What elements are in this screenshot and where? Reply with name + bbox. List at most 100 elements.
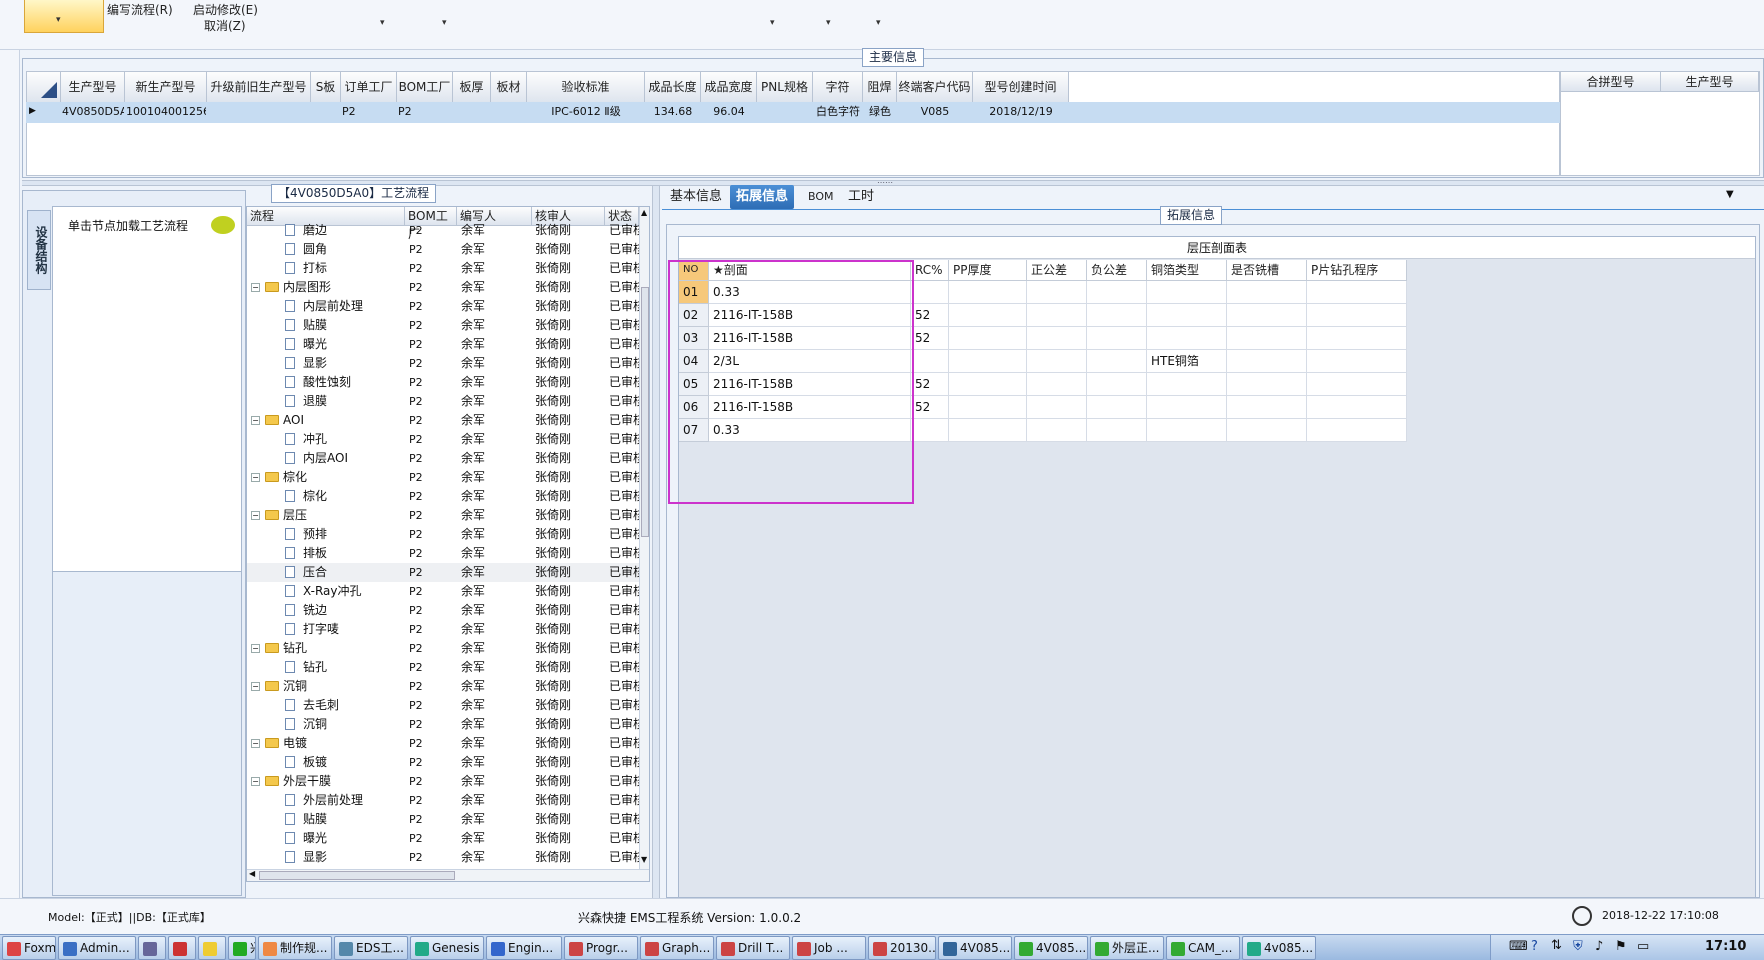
taskbar-item[interactable]: [198, 936, 226, 960]
monitor-icon[interactable]: ▭: [1637, 939, 1649, 954]
taskbar-item[interactable]: 制作规...: [258, 936, 332, 960]
lamination-cell[interactable]: 52: [911, 304, 949, 327]
lamination-cell[interactable]: 2/3L: [709, 350, 911, 373]
lamination-cell[interactable]: [1227, 419, 1307, 442]
tree-row[interactable]: − 沉铜 P2 余军 张倚刚 已审核: [247, 677, 639, 696]
main-info-header-5[interactable]: BOM工厂: [397, 72, 453, 104]
tree-row[interactable]: − 钻孔 P2 余军 张倚刚 已审核: [247, 639, 639, 658]
lamination-cell[interactable]: [949, 350, 1027, 373]
lamination-cell[interactable]: [1147, 281, 1227, 304]
tree-row[interactable]: − 内层图形 P2 余军 张倚刚 已审核: [247, 278, 639, 297]
tree-row[interactable]: 外层前处理 P2 余军 张倚刚 已审核: [247, 791, 639, 810]
lamination-cell[interactable]: 0.33: [709, 281, 911, 304]
app-menu-button[interactable]: ▾: [24, 0, 104, 33]
lamination-cell[interactable]: [1027, 419, 1087, 442]
tree-row[interactable]: − 层压 P2 余军 张倚刚 已审核: [247, 506, 639, 525]
main-info-header-7[interactable]: 板材: [491, 72, 527, 104]
tree-row[interactable]: 贴膜 P2 余军 张倚刚 已审核: [247, 810, 639, 829]
lamination-cell[interactable]: 52: [911, 373, 949, 396]
lamination-cell[interactable]: [1027, 327, 1087, 350]
tree-toggle-icon[interactable]: −: [251, 739, 260, 748]
merge-production-model-header[interactable]: 生产型号: [1661, 72, 1759, 92]
tree-row[interactable]: 沉铜 P2 余军 张倚刚 已审核: [247, 715, 639, 734]
lamination-cell[interactable]: [1087, 350, 1147, 373]
tree-row[interactable]: 打标 P2 余军 张倚刚 已审核: [247, 259, 639, 278]
tree-row[interactable]: 内层前处理 P2 余军 张倚刚 已审核: [247, 297, 639, 316]
tree-row[interactable]: 钻孔 P2 余军 张倚刚 已审核: [247, 658, 639, 677]
main-info-header-12[interactable]: 字符: [813, 72, 863, 104]
lamination-header-0[interactable]: NO: [679, 260, 709, 281]
taskbar-item[interactable]: 4v085...: [1242, 936, 1316, 960]
help-icon[interactable]: ?: [1531, 939, 1538, 954]
main-info-header-10[interactable]: 成品宽度: [701, 72, 757, 104]
lamination-cell[interactable]: [1087, 281, 1147, 304]
tree-row[interactable]: 贴膜 P2 余军 张倚刚 已审核: [247, 316, 639, 335]
taskbar-item[interactable]: Engin...: [486, 936, 562, 960]
main-info-header-13[interactable]: 阻焊: [863, 72, 897, 104]
lamination-cell[interactable]: 0.33: [709, 419, 911, 442]
cancel-button[interactable]: 取消(Z): [204, 17, 246, 34]
tree-row[interactable]: 曝光 P2 余军 张倚刚 已审核: [247, 335, 639, 354]
chevron-down-icon[interactable]: ▾: [826, 18, 831, 28]
lamination-header-3[interactable]: PP厚度: [949, 260, 1027, 281]
lamination-cell[interactable]: [1307, 396, 1407, 419]
lamination-cell[interactable]: [1307, 419, 1407, 442]
lamination-cell[interactable]: [1087, 327, 1147, 350]
lamination-header-2[interactable]: RC%: [911, 260, 949, 281]
lamination-cell[interactable]: [1027, 281, 1087, 304]
scroll-down-icon[interactable]: ▼: [641, 855, 647, 864]
tree-toggle-icon[interactable]: −: [251, 473, 260, 482]
lamination-cell[interactable]: 2116-IT-158B: [709, 396, 911, 419]
lamination-cell[interactable]: [949, 281, 1027, 304]
chevron-down-icon[interactable]: ▾: [876, 18, 881, 28]
taskbar-item[interactable]: Foxmail: [2, 936, 56, 960]
lamination-cell[interactable]: [1027, 396, 1087, 419]
main-info-header-2[interactable]: 升级前旧生产型号: [207, 72, 311, 104]
lamination-cell[interactable]: [1227, 281, 1307, 304]
lamination-cell[interactable]: [1227, 327, 1307, 350]
tab-extended-info[interactable]: 拓展信息: [730, 185, 795, 209]
lamination-header-6[interactable]: 铜箔类型: [1147, 260, 1227, 281]
taskbar-item[interactable]: CAM_...: [1166, 936, 1240, 960]
taskbar-item[interactable]: 兴森快...: [228, 936, 256, 960]
lamination-cell[interactable]: [949, 373, 1027, 396]
tree-row[interactable]: 铣边 P2 余军 张倚刚 已审核: [247, 601, 639, 620]
merge-model-header[interactable]: 合拼型号: [1561, 72, 1661, 92]
tree-row[interactable]: 显影 P2 余军 张倚刚 已审核: [247, 848, 639, 867]
lamination-cell[interactable]: [1087, 373, 1147, 396]
lamination-cell[interactable]: [911, 419, 949, 442]
lamination-cell[interactable]: [1087, 419, 1147, 442]
taskbar-item[interactable]: 4V085...: [1014, 936, 1088, 960]
lamination-cell[interactable]: [1147, 373, 1227, 396]
lamination-cell[interactable]: 2116-IT-158B: [709, 373, 911, 396]
taskbar-item[interactable]: Progr...: [564, 936, 638, 960]
lamination-cell[interactable]: 2116-IT-158B: [709, 304, 911, 327]
scroll-up-icon[interactable]: ▲: [641, 208, 647, 217]
main-info-header-1[interactable]: 新生产型号: [125, 72, 207, 104]
tree-row[interactable]: 打字唛 P2 余军 张倚刚 已审核: [247, 620, 639, 639]
taskbar-item[interactable]: [138, 936, 166, 960]
lamination-cell[interactable]: [1147, 396, 1227, 419]
tree-row[interactable]: 圆角 P2 余军 张倚刚 已审核: [247, 240, 639, 259]
tree-row[interactable]: 显影 P2 余军 张倚刚 已审核: [247, 354, 639, 373]
taskbar-clock[interactable]: 17:10: [1705, 939, 1746, 954]
volume-icon[interactable]: ♪: [1595, 939, 1603, 954]
tree-row[interactable]: 退膜 P2 余军 张倚刚 已审核: [247, 392, 639, 411]
flag-icon[interactable]: ⚑: [1615, 939, 1627, 954]
lamination-cell[interactable]: [1147, 419, 1227, 442]
lamination-cell[interactable]: [1227, 373, 1307, 396]
chevron-down-icon[interactable]: ▾: [442, 18, 447, 28]
taskbar-item[interactable]: EDS工...: [334, 936, 408, 960]
tree-toggle-icon[interactable]: −: [251, 511, 260, 520]
tree-row[interactable]: − 电镀 P2 余军 张倚刚 已审核: [247, 734, 639, 753]
tab-dropdown-icon[interactable]: ▼: [1726, 189, 1734, 200]
equipment-structure-tab[interactable]: 设备结构: [27, 210, 51, 290]
tree-row[interactable]: 去毛刺 P2 余军 张倚刚 已审核: [247, 696, 639, 715]
lamination-header-5[interactable]: 负公差: [1087, 260, 1147, 281]
taskbar-item[interactable]: Job ...: [792, 936, 866, 960]
taskbar-item[interactable]: [168, 936, 196, 960]
tree-row[interactable]: 磨边 P2 余军 张倚刚 已审核: [247, 221, 639, 240]
taskbar-item[interactable]: 4V085...: [938, 936, 1012, 960]
lamination-cell[interactable]: [911, 281, 949, 304]
tree-row[interactable]: 排板 P2 余军 张倚刚 已审核: [247, 544, 639, 563]
